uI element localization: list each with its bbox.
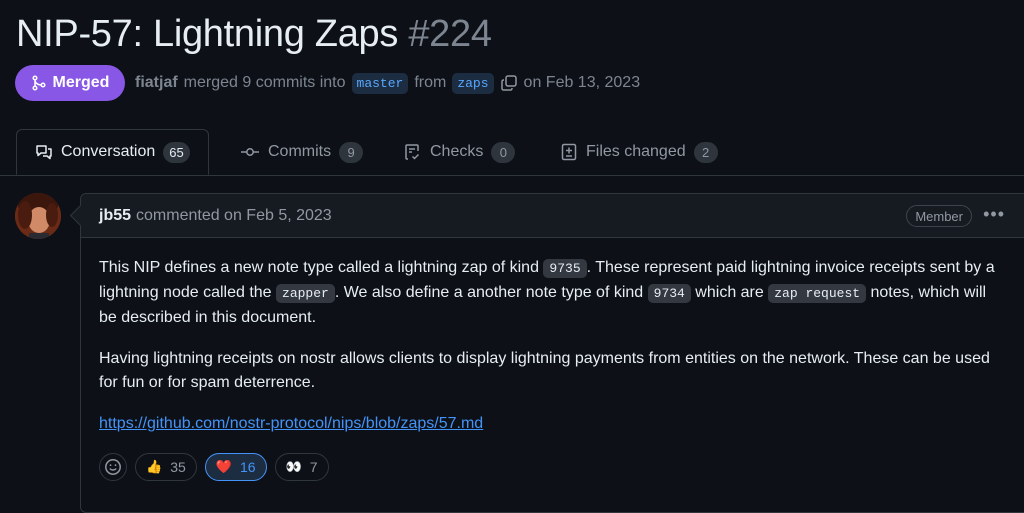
checklist-icon	[405, 144, 420, 160]
merged-text: merged 9 commits into	[183, 74, 346, 91]
role-badge: Member	[906, 205, 972, 227]
tab-conversation[interactable]: Conversation 65	[16, 129, 209, 175]
from-text: from	[414, 74, 447, 91]
pr-title: NIP-57: Lightning Zaps #224	[16, 10, 492, 58]
comment-paragraph-2: Having lightning receipts on nostr allow…	[99, 350, 990, 391]
reaction-eyes-button[interactable]: 👀 7	[274, 453, 329, 481]
inline-code: 9734	[647, 284, 691, 303]
tab-counter: 2	[693, 141, 718, 163]
pr-author-link[interactable]: fiatjaf	[135, 74, 178, 92]
tab-checks[interactable]: Checks 0	[404, 129, 516, 175]
comment-header: jb55 commented on Feb 5, 2023 Member •••	[81, 194, 1024, 238]
text-run: This NIP defines a new note type called …	[99, 259, 544, 276]
tab-counter: 65	[163, 141, 190, 163]
tab-label: Files changed	[586, 143, 686, 160]
inline-code: 9735	[543, 259, 587, 278]
comment-card: jb55 commented on Feb 5, 2023 Member •••…	[69, 193, 1024, 513]
pr-number: #224	[408, 13, 492, 55]
file-diff-icon	[561, 143, 577, 161]
tab-label: Conversation	[61, 143, 156, 160]
tab-counter: 0	[491, 141, 516, 163]
inline-code: zap request	[768, 284, 867, 303]
reaction-count: 7	[309, 459, 318, 475]
comment-paragraph-3: https://github.com/nostr-protocol/nips/b…	[99, 412, 999, 436]
merged-date: on Feb 13, 2023	[523, 74, 641, 91]
pr-title-text: NIP-57: Lightning Zaps	[16, 13, 399, 55]
base-branch-link[interactable]: master	[351, 72, 409, 94]
kebab-menu-icon[interactable]: •••	[983, 204, 1005, 224]
tab-counter: 9	[339, 141, 364, 163]
text-run: which are	[690, 284, 769, 301]
eyes-icon: 👀	[285, 459, 302, 474]
reaction-count: 16	[239, 459, 256, 475]
merged-label: Merged	[52, 74, 110, 91]
copy-icon[interactable]	[500, 74, 518, 92]
pr-tabs: Conversation 65 Commits 9 Checks 0 Files…	[0, 129, 1024, 176]
reaction-heart-button[interactable]: ❤️ 16	[204, 453, 267, 481]
comment-paragraph-1: This NIP defines a new note type called …	[99, 256, 999, 330]
avatar[interactable]	[15, 193, 61, 239]
comment-body: This NIP defines a new note type called …	[99, 256, 999, 453]
tab-label: Commits	[268, 143, 332, 160]
reaction-thumbs-up-button[interactable]: 👍 35	[135, 453, 197, 481]
tab-label: Checks	[430, 143, 484, 160]
reactions-bar: 👍 35 ❤️ 16 👀 7	[99, 453, 329, 481]
heart-icon: ❤️	[215, 459, 232, 474]
comment-author-link[interactable]: jb55	[99, 207, 131, 225]
merged-state-badge: Merged	[15, 65, 125, 101]
git-commit-icon	[241, 148, 259, 156]
comment-timestamp[interactable]: commented on Feb 5, 2023	[136, 207, 332, 225]
reaction-count: 35	[170, 459, 186, 475]
tab-files-changed[interactable]: Files changed 2	[560, 129, 718, 175]
thumbs-up-icon: 👍	[146, 459, 163, 474]
pr-meta: fiatjaf merged 9 commits into master fro…	[135, 70, 640, 96]
inline-code: zapper	[276, 284, 335, 303]
text-run: . We also define a another note type of …	[334, 284, 648, 301]
tab-commits[interactable]: Commits 9	[240, 129, 364, 175]
add-reaction-button[interactable]	[99, 453, 127, 481]
nip-doc-link[interactable]: https://github.com/nostr-protocol/nips/b…	[99, 415, 483, 432]
comment-discussion-icon	[36, 145, 52, 160]
git-merge-icon	[31, 75, 46, 91]
head-branch-link[interactable]: zaps	[452, 72, 494, 94]
smiley-icon	[105, 459, 121, 475]
